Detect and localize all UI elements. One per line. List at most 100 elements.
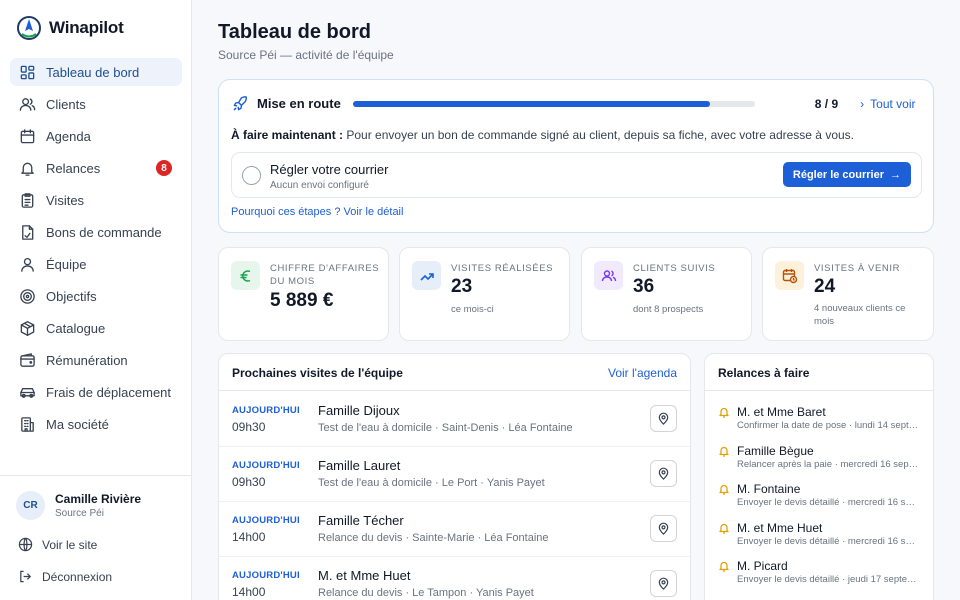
map-pin-button[interactable]	[650, 460, 677, 487]
why-steps-link[interactable]: Pourquoi ces étapes ? Voir le détail	[231, 206, 403, 218]
users-icon	[19, 96, 46, 113]
stat-value: 24	[814, 276, 836, 297]
trend-up-icon	[412, 261, 441, 290]
sidebar-item-label: Relances	[46, 160, 101, 176]
visit-detail: Test de l'eau à domicile · Le Port · Yan…	[318, 477, 545, 489]
onboarding-title: Mise en route	[257, 96, 341, 111]
visit-detail: Relance du devis · Sainte-Marie · Léa Fo…	[318, 532, 549, 544]
reminder-client-name: M. et Mme Baret	[737, 405, 826, 419]
dashboard-icon	[19, 64, 46, 81]
reminder-detail: Envoyer le devis détaillé · mercredi 16 …	[737, 535, 920, 547]
map-pin-icon	[657, 522, 670, 535]
target-icon	[19, 288, 46, 305]
reminder-detail: Envoyer le devis détaillé · mercredi 16 …	[737, 497, 920, 508]
sidebar-item-ma-societe[interactable]: Ma société	[10, 410, 182, 438]
sidebar: Winapilot Tableau de bord Clients Agenda Re…	[0, 0, 192, 600]
arrow-right-icon: →	[890, 168, 901, 181]
avatar: CR	[16, 491, 45, 520]
logout-label: Déconnexion	[42, 569, 113, 584]
visit-time: 14h00	[232, 530, 266, 544]
sidebar-item-label: Objectifs	[46, 288, 97, 304]
upcoming-visits-panel: Prochaines visites de l'équipe Voir l'ag…	[218, 353, 691, 600]
sidebar-item-bons-de-commande[interactable]: Bons de commande	[10, 218, 182, 246]
sidebar-item-label: Clients	[46, 96, 86, 112]
sidebar-item-agenda[interactable]: Agenda	[10, 122, 182, 150]
document-icon	[19, 224, 46, 241]
see-all-label: Tout voir	[870, 96, 916, 111]
globe-icon	[18, 537, 33, 552]
progress-fill	[352, 100, 711, 107]
reminder-item[interactable]: Famille Bègue Relancer après la paie · me…	[718, 444, 923, 474]
rocket-icon	[233, 96, 247, 111]
sidebar-item-label: Rémunération	[46, 352, 128, 368]
map-pin-button[interactable]	[650, 515, 677, 542]
panel-title: Relances à faire	[718, 366, 810, 380]
visit-day: AUJOURD'HUI	[232, 515, 300, 526]
map-pin-button[interactable]	[650, 405, 677, 432]
sidebar-item-frais-de-deplacement[interactable]: Frais de déplacement	[10, 378, 182, 406]
stat-card-clients: Clients suivis 36 dont 8 prospects	[581, 247, 752, 341]
user-profile[interactable]: CR Camille Rivière Source Péi	[16, 491, 141, 520]
stat-note: dont 8 prospects	[633, 304, 704, 315]
map-pin-icon	[657, 467, 670, 480]
sidebar-item-relances[interactable]: Relances 8	[10, 154, 182, 182]
visit-row[interactable]: AUJOURD'HUI 09h30 Famille Lauret Test de l'…	[219, 447, 690, 502]
sidebar-item-objectifs[interactable]: Objectifs	[10, 282, 182, 310]
step-checkbox[interactable]	[242, 166, 261, 185]
reminder-item[interactable]: M. Fontaine Envoyer le devis détaillé · m…	[718, 482, 923, 512]
sidebar-item-remuneration[interactable]: Rémunération	[10, 346, 182, 374]
sidebar-item-equipe[interactable]: Équipe	[10, 250, 182, 278]
stat-value: 5 889 €	[270, 290, 334, 311]
calendar-clock-icon	[775, 261, 804, 290]
panel-header: Relances à faire	[705, 354, 933, 391]
users-icon	[594, 261, 623, 290]
view-site-link[interactable]: Voir le site	[18, 537, 97, 552]
sidebar-item-clients[interactable]: Clients	[10, 90, 182, 118]
logout-icon	[20, 570, 32, 583]
visit-day: AUJOURD'HUI	[232, 570, 300, 581]
main-nav: Tableau de bord Clients Agenda Relances 8 Vis…	[10, 58, 182, 442]
reminders-panel: Relances à faire M. et Mme Baret Confirme…	[704, 353, 934, 600]
stat-card-visits-done: Visites réalisées 23 ce mois-ci	[399, 247, 570, 341]
stat-label: Visites réalisées	[451, 263, 554, 274]
stat-value: 36	[633, 276, 655, 297]
reminder-item[interactable]: M. Picard Envoyer le devis détaillé · jeu…	[718, 559, 923, 589]
visit-row[interactable]: AUJOURD'HUI 14h00 M. et Mme Huet Relance du…	[219, 557, 690, 600]
visit-time: 09h30	[232, 420, 266, 434]
sidebar-item-catalogue[interactable]: Catalogue	[10, 314, 182, 342]
map-pin-icon	[657, 577, 670, 590]
visit-time: 09h30	[232, 475, 266, 489]
reminder-item[interactable]: M. et Mme Huet Envoyer le devis détaillé …	[718, 521, 923, 551]
view-site-label: Voir le site	[42, 537, 98, 552]
stat-card-upcoming-visits: Visites à venir 24 4 nouveaux clients ce…	[762, 247, 934, 341]
page-title: Tableau de bord	[218, 21, 371, 43]
sidebar-item-visites[interactable]: Visites	[10, 186, 182, 214]
configure-mail-button[interactable]: Régler le courrier →	[782, 162, 911, 187]
user-name: Camille Rivière	[55, 492, 142, 506]
reminder-item[interactable]: M. et Mme Baret Confirmer la date de pose…	[718, 405, 923, 435]
chevron-right-icon: ›	[860, 96, 865, 111]
logout-link[interactable]: Déconnexion	[18, 569, 112, 584]
visit-day: AUJOURD'HUI	[232, 405, 300, 416]
sidebar-item-label: Tableau de bord	[46, 64, 140, 80]
brand[interactable]: Winapilot	[16, 15, 124, 41]
map-pin-button[interactable]	[650, 570, 677, 597]
visit-client-name: M. et Mme Huet	[318, 568, 411, 583]
visit-row[interactable]: AUJOURD'HUI 14h00 Famille Técher Relance du…	[219, 502, 690, 557]
onboarding-count: 8 / 9	[814, 96, 839, 111]
reminder-client-name: M. Picard	[737, 559, 788, 573]
sidebar-footer: CR Camille Rivière Source Péi Voir le si…	[0, 475, 191, 600]
view-agenda-link[interactable]: Voir l'agenda	[608, 366, 677, 380]
reminder-detail: Envoyer le devis détaillé · jeudi 17 sep…	[737, 574, 920, 585]
car-icon	[19, 384, 46, 401]
onboarding-progress-bar	[352, 100, 755, 107]
visit-client-name: Famille Lauret	[318, 458, 401, 473]
sidebar-item-tableau-de-bord[interactable]: Tableau de bord	[10, 58, 182, 86]
team-icon	[19, 256, 46, 273]
stat-label: Visites à venir	[814, 263, 901, 274]
sidebar-item-label: Bons de commande	[46, 224, 162, 240]
stat-label: Clients suivis	[633, 263, 716, 274]
reminder-detail: Confirmer la date de pose · lundi 14 sep…	[737, 420, 920, 431]
see-all-link[interactable]: › Tout voir	[860, 97, 915, 111]
visit-row[interactable]: AUJOURD'HUI 09h30 Famille Dijoux Test de l'…	[219, 392, 690, 447]
